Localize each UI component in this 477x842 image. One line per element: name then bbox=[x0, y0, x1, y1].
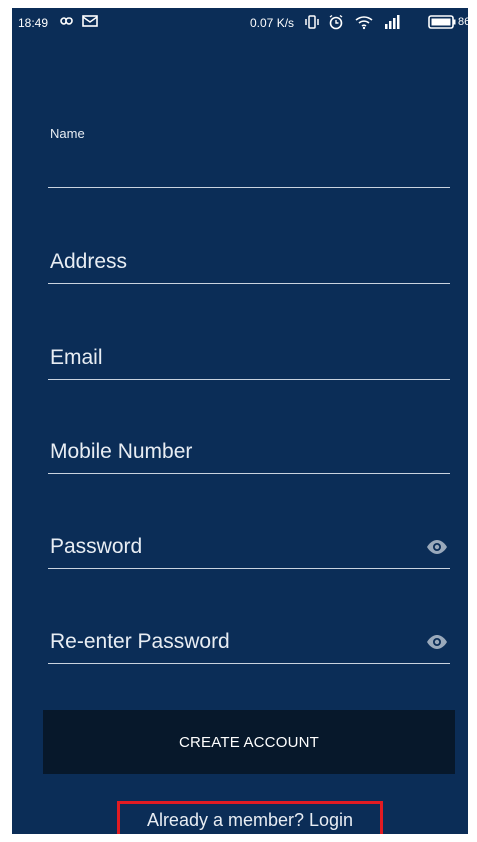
email-field[interactable]: Email bbox=[48, 338, 450, 380]
network-speed: 0.07 K/s bbox=[250, 16, 295, 30]
vibrate-icon bbox=[305, 15, 319, 29]
wifi-icon bbox=[355, 16, 373, 30]
name-field-label: Name bbox=[50, 126, 85, 141]
status-time: 18:49 bbox=[18, 16, 49, 30]
battery-icon bbox=[428, 15, 456, 29]
reenter-password-field-label: Re-enter Password bbox=[50, 630, 230, 653]
eye-icon[interactable] bbox=[426, 634, 448, 650]
password-field[interactable]: Password bbox=[48, 527, 450, 569]
address-field[interactable]: Address bbox=[48, 242, 450, 284]
eye-icon[interactable] bbox=[426, 539, 448, 555]
signal-icon bbox=[385, 15, 400, 29]
address-field-label: Address bbox=[50, 250, 128, 273]
create-account-button[interactable]: CREATE ACCOUNT bbox=[43, 710, 455, 774]
alarm-icon bbox=[329, 14, 343, 30]
status-bar: 18:49 0.07 K/s 86 bbox=[12, 8, 468, 36]
mobile-number-field-label: Mobile Number bbox=[50, 440, 193, 463]
name-field[interactable]: Name bbox=[48, 126, 450, 188]
battery-level: 86 bbox=[458, 16, 468, 28]
mail-icon bbox=[82, 15, 98, 27]
email-field-label: Email bbox=[50, 346, 103, 369]
infinity-icon bbox=[60, 17, 73, 25]
login-link[interactable]: Already a member? Login bbox=[117, 801, 383, 834]
mobile-number-field[interactable]: Mobile Number bbox=[48, 432, 450, 474]
reenter-password-field[interactable]: Re-enter Password bbox=[48, 622, 450, 664]
signup-screen: 18:49 0.07 K/s 86 Name Address Email Mob… bbox=[12, 8, 468, 834]
password-field-label: Password bbox=[50, 535, 143, 558]
